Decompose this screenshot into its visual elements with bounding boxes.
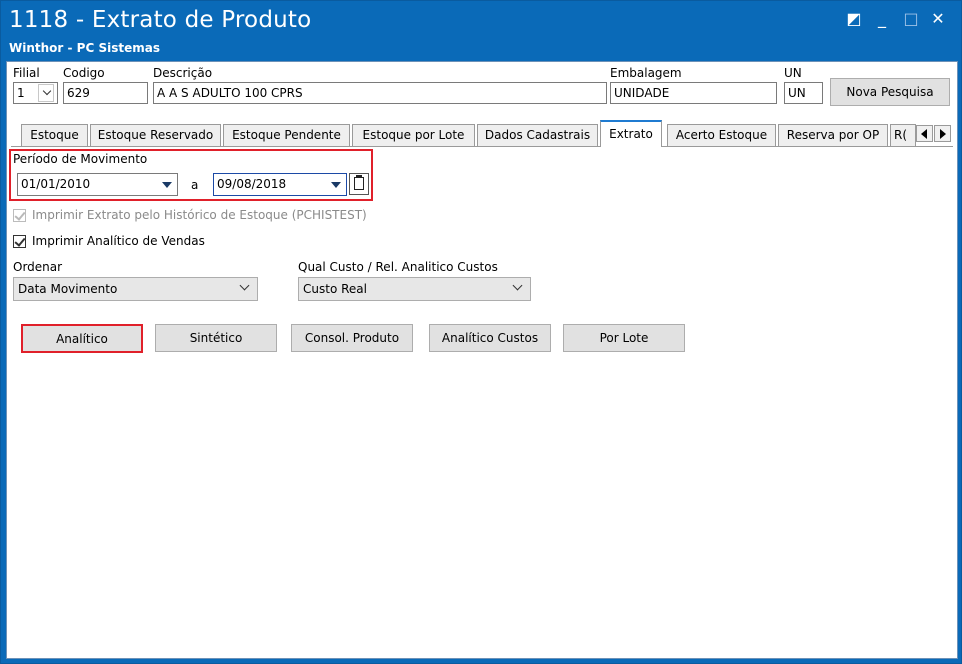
embalagem-label: Embalagem [610,66,682,80]
filial-dropdown-icon[interactable] [38,84,54,102]
filial-select[interactable]: 1 [13,82,58,104]
ordenar-chevron-down-icon [239,280,250,291]
tab-estoque-pendente[interactable]: Estoque Pendente [223,124,350,146]
un-label: UN [784,66,802,80]
descricao-input[interactable]: A A S ADULTO 100 CPRS [153,82,607,104]
tab-truncated[interactable]: R( [890,124,916,146]
qual-custo-select[interactable]: Custo Real [298,277,531,301]
qual-custo-chevron-down-icon [512,280,523,291]
window-title: 1118 - Extrato de Produto [9,7,312,33]
analitico-vendas-label: Imprimir Analítico de Vendas [32,234,205,248]
periodo-start-input[interactable]: 01/01/2010 [17,173,178,196]
por-lote-button[interactable]: Por Lote [563,324,685,352]
ordenar-value: Data Movimento [18,282,118,296]
tab-extrato[interactable]: Extrato [600,120,662,147]
minimize-icon[interactable]: _ [871,9,893,29]
periodo-end-value: 09/08/2018 [217,177,287,191]
descricao-label: Descrição [153,66,213,80]
periodo-start-value: 01/01/2010 [21,177,91,191]
tab-dados-cadastrais[interactable]: Dados Cadastrais [477,124,598,146]
tab-scroll-left-icon[interactable] [916,125,933,142]
qual-custo-value: Custo Real [303,282,367,296]
calendar-icon[interactable] [349,173,369,195]
tab-reserva-por-op[interactable]: Reserva por OP [778,124,888,146]
sintetico-button[interactable]: Sintético [155,324,277,352]
client-area: Filial 1 Codigo 629 Descrição A A S ADUL… [6,61,958,659]
periodo-separator: a [191,178,199,192]
close-icon[interactable]: ✕ [927,9,949,29]
tab-estoque[interactable]: Estoque [21,124,88,146]
historico-label: Imprimir Extrato pelo Histórico de Estoq… [32,208,367,222]
analitico-custos-button[interactable]: Analítico Custos [429,324,551,352]
qual-custo-label: Qual Custo / Rel. Analitico Custos [298,260,498,274]
embalagem-input[interactable]: UNIDADE [610,82,777,104]
maximize-icon[interactable]: □ [900,9,922,29]
filial-label: Filial [13,66,40,80]
app-window: 1118 - Extrato de Produto Winthor - PC S… [0,0,962,664]
ordenar-select[interactable]: Data Movimento [13,277,258,301]
title-bar[interactable]: 1118 - Extrato de Produto Winthor - PC S… [1,1,961,59]
periodo-end-input[interactable]: 09/08/2018 [213,173,347,196]
codigo-label: Codigo [63,66,105,80]
ordenar-label: Ordenar [13,260,63,274]
periodo-label: Período de Movimento [13,152,148,166]
tab-acerto-estoque[interactable]: Acerto Estoque [667,124,776,146]
nova-pesquisa-button[interactable]: Nova Pesquisa [830,78,950,106]
restore-icon[interactable]: ◩ [843,9,865,29]
periodo-start-dropdown-icon[interactable] [158,175,176,194]
tab-divider [11,146,953,147]
codigo-input[interactable]: 629 [63,82,148,104]
un-input[interactable]: UN [784,82,823,104]
analitico-vendas-checkbox[interactable] [13,235,26,248]
window-subtitle: Winthor - PC Sistemas [9,41,160,55]
filial-value: 1 [17,86,25,100]
periodo-end-dropdown-icon[interactable] [327,175,345,194]
analitico-button[interactable]: Analítico [21,324,143,353]
tab-estoque-por-lote[interactable]: Estoque por Lote [352,124,475,146]
tab-scroll-right-icon[interactable] [934,125,951,142]
tab-estoque-reservado[interactable]: Estoque Reservado [90,124,221,146]
consol-produto-button[interactable]: Consol. Produto [291,324,413,352]
historico-checkbox[interactable] [13,209,26,222]
tab-bar: Estoque Estoque Reservado Estoque Penden… [11,120,953,147]
